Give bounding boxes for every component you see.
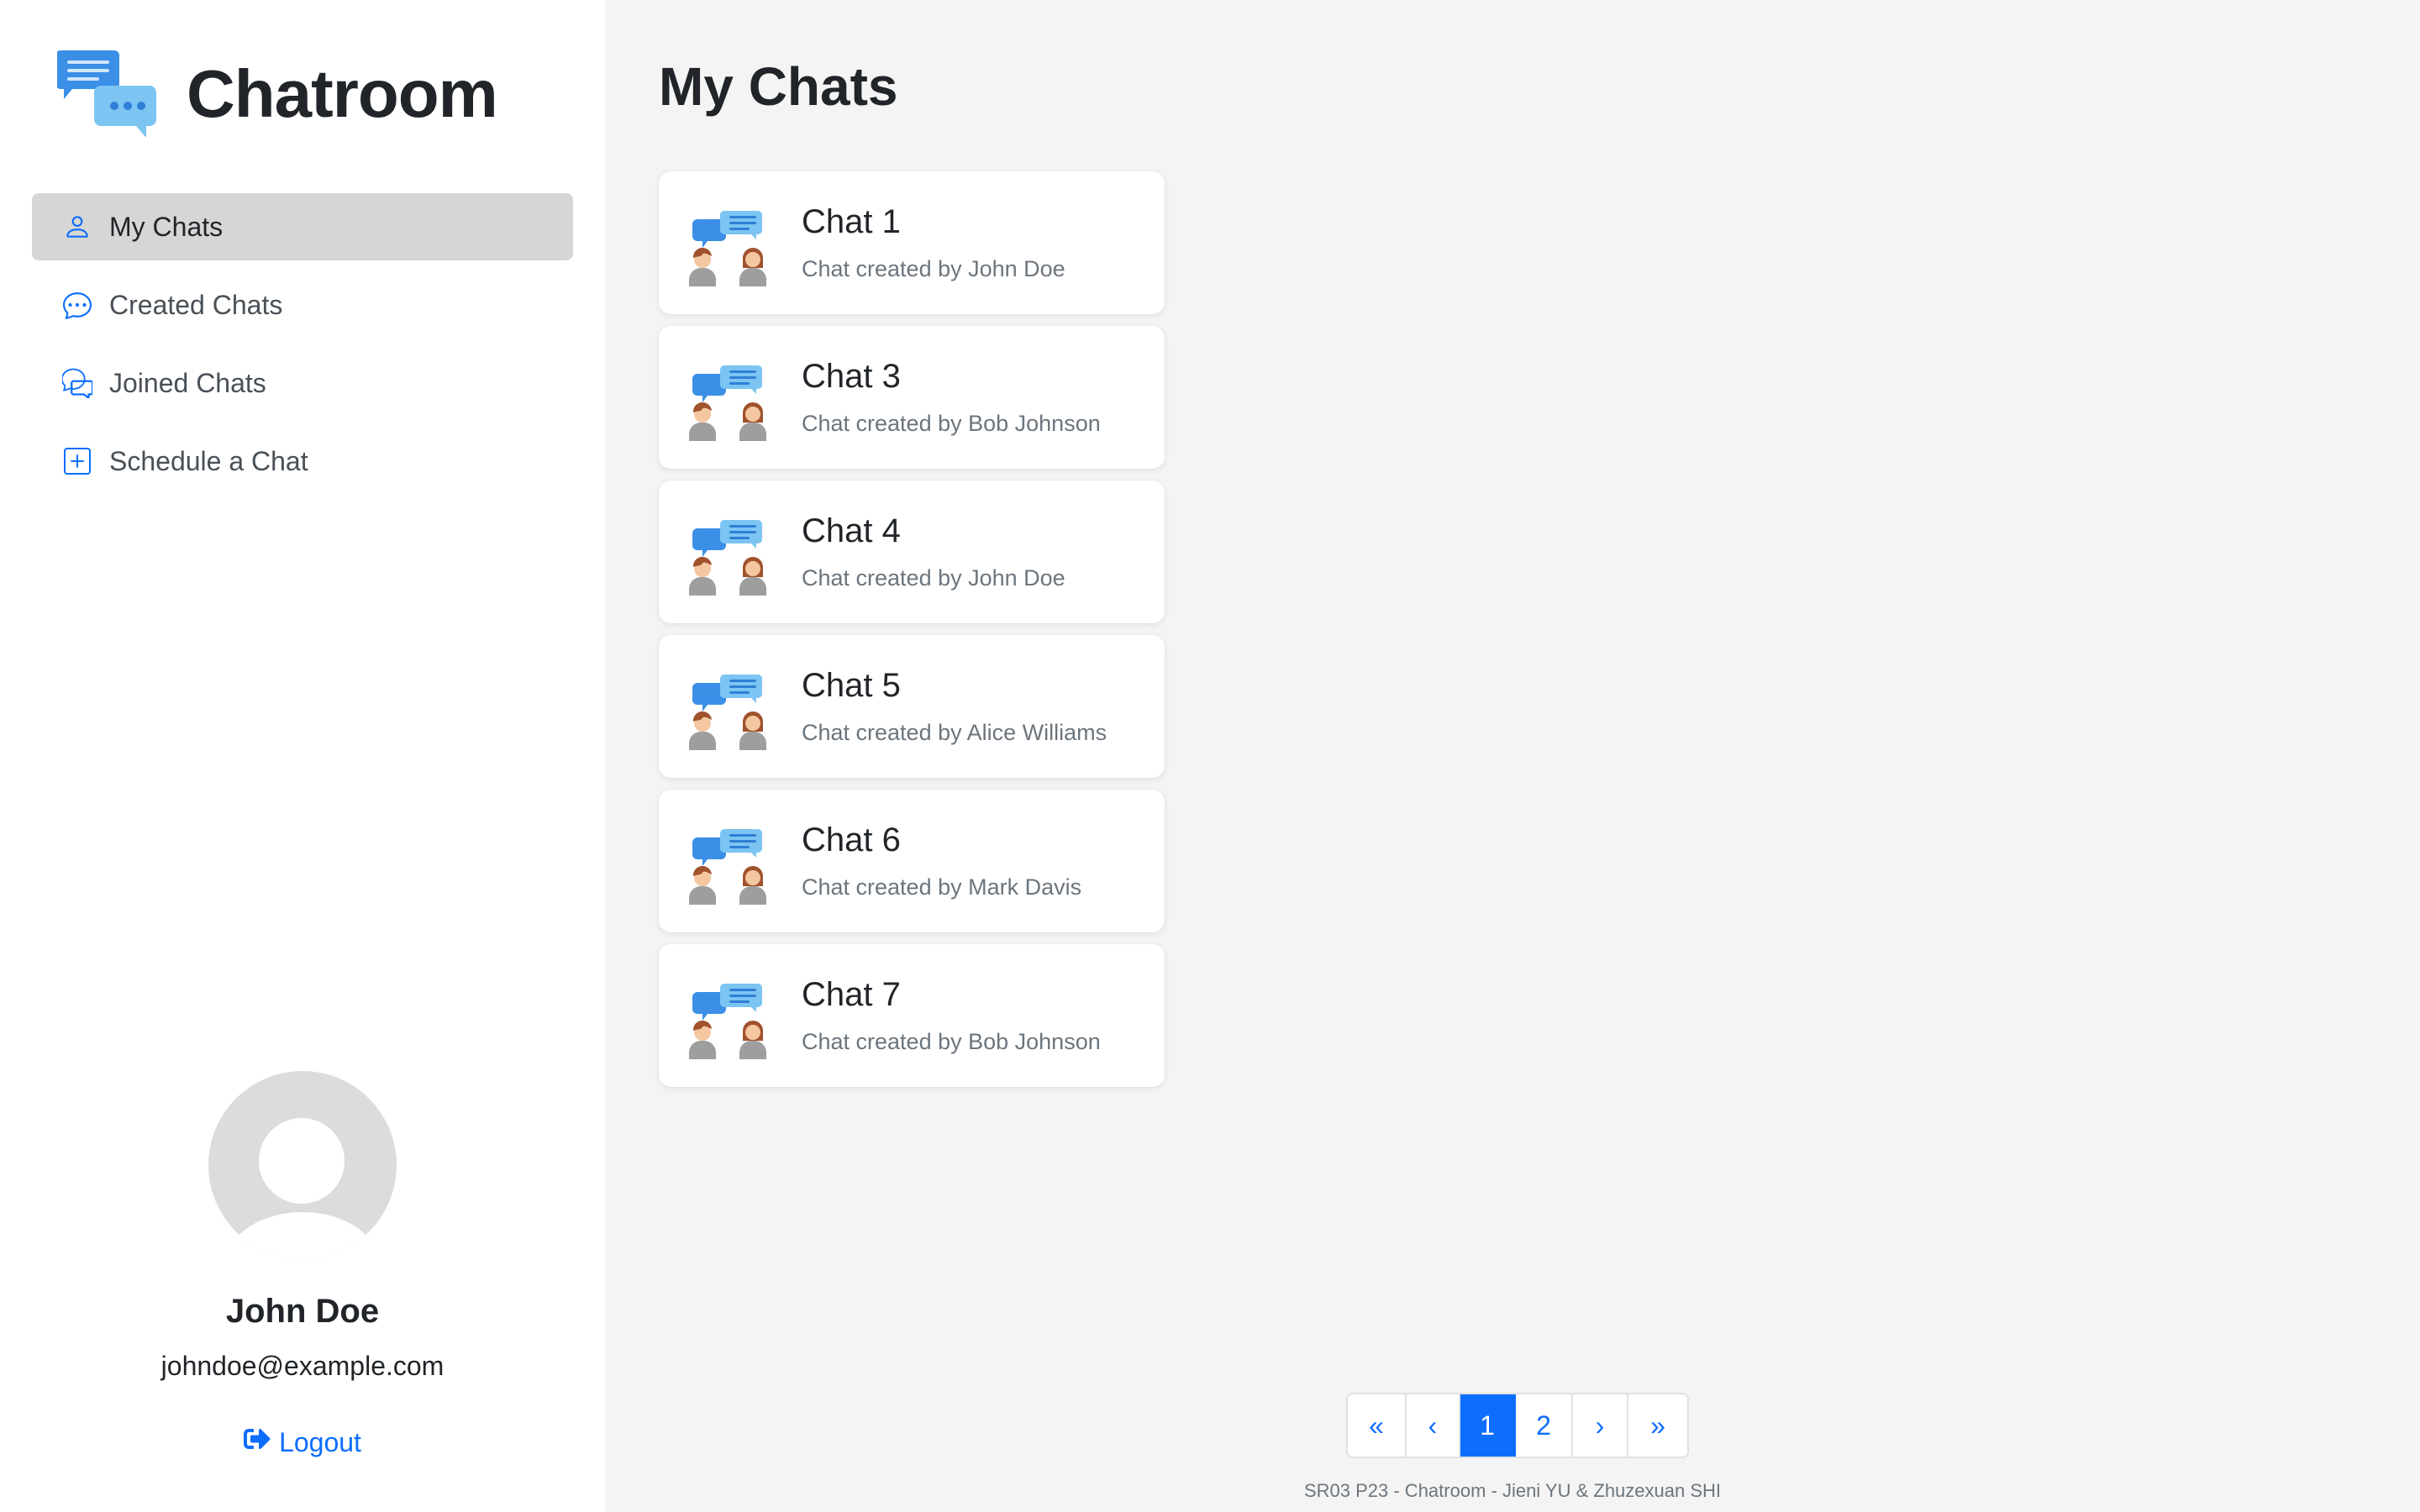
sidebar-item-joined-chats[interactable]: Joined Chats bbox=[32, 349, 573, 417]
chat-subtitle: Chat created by Bob Johnson bbox=[802, 411, 1101, 436]
sidebar-item-label: My Chats bbox=[109, 211, 224, 242]
app-root: Chatroom My Chats Created Chats Joined C… bbox=[0, 0, 2420, 1512]
sidebar-item-my-chats[interactable]: My Chats bbox=[32, 193, 573, 260]
sidebar-nav: My Chats Created Chats Joined Chats Sche… bbox=[32, 193, 573, 506]
chats-icon bbox=[62, 368, 92, 398]
chat-title: Chat 1 bbox=[802, 203, 901, 240]
page-2-button[interactable]: 2 bbox=[1516, 1394, 1573, 1457]
chat-card[interactable]: Chat 5 Chat created by Alice Williams bbox=[659, 635, 1165, 778]
footer: SR03 P23 - Chatroom - Jieni YU & Zhuzexu… bbox=[1303, 1480, 1722, 1501]
chat-card[interactable]: Chat 1 Chat created by John Doe bbox=[659, 171, 1165, 314]
chat-title: Chat 5 bbox=[802, 667, 901, 704]
group-chat-icon bbox=[687, 354, 775, 441]
page-prev-button[interactable]: ‹ bbox=[1407, 1394, 1460, 1457]
chat-bubbles-icon bbox=[55, 47, 158, 141]
chat-subtitle: Chat created by John Doe bbox=[802, 565, 1065, 591]
group-chat-icon bbox=[687, 508, 775, 596]
sidebar-item-label: Schedule a Chat bbox=[109, 445, 308, 476]
profile-name: John Doe bbox=[225, 1293, 380, 1330]
chat-list: Chat 1 Chat created by John Doe Chat 3 C… bbox=[659, 171, 1165, 1099]
sidebar-item-created-chats[interactable]: Created Chats bbox=[32, 271, 573, 339]
sidebar: Chatroom My Chats Created Chats Joined C… bbox=[0, 0, 605, 1512]
page-next-button[interactable]: › bbox=[1573, 1394, 1628, 1457]
group-chat-icon bbox=[687, 817, 775, 905]
pagination: « ‹ 1 2 › » bbox=[1346, 1393, 1689, 1458]
brand-title: Chatroom bbox=[187, 56, 498, 131]
user-profile: John Doe johndoe@example.com Logout bbox=[0, 1071, 605, 1459]
plus-square-icon bbox=[62, 446, 92, 476]
chat-subtitle: Chat created by Mark Davis bbox=[802, 874, 1082, 900]
profile-email: johndoe@example.com bbox=[160, 1351, 445, 1381]
avatar bbox=[208, 1071, 397, 1259]
sidebar-item-label: Created Chats bbox=[109, 289, 283, 320]
brand[interactable]: Chatroom bbox=[55, 47, 498, 141]
chat-subtitle: Chat created by Alice Williams bbox=[802, 720, 1107, 745]
page-title: My Chats bbox=[659, 56, 898, 117]
chat-card[interactable]: Chat 3 Chat created by Bob Johnson bbox=[659, 326, 1165, 469]
chat-subtitle: Chat created by Bob Johnson bbox=[802, 1029, 1101, 1054]
page-1-button[interactable]: 1 bbox=[1460, 1394, 1516, 1457]
person-icon bbox=[62, 212, 92, 242]
chat-card[interactable]: Chat 7 Chat created by Bob Johnson bbox=[659, 944, 1165, 1087]
sidebar-item-label: Joined Chats bbox=[109, 367, 266, 398]
chat-title: Chat 4 bbox=[802, 512, 901, 549]
chat-subtitle: Chat created by John Doe bbox=[802, 256, 1065, 281]
group-chat-icon bbox=[687, 663, 775, 750]
chat-title: Chat 6 bbox=[802, 822, 901, 858]
logout-label: Logout bbox=[279, 1426, 361, 1457]
page-last-button[interactable]: » bbox=[1628, 1394, 1687, 1457]
sidebar-item-schedule-chat[interactable]: Schedule a Chat bbox=[32, 428, 573, 495]
logout-button[interactable]: Logout bbox=[244, 1425, 361, 1459]
chat-dots-icon bbox=[62, 290, 92, 320]
chat-title: Chat 3 bbox=[802, 358, 901, 395]
main-content: My Chats Chat 1 Chat created by John Doe… bbox=[605, 0, 2420, 1512]
chat-card[interactable]: Chat 4 Chat created by John Doe bbox=[659, 480, 1165, 623]
group-chat-icon bbox=[687, 972, 775, 1059]
chat-title: Chat 7 bbox=[802, 976, 901, 1013]
chat-card[interactable]: Chat 6 Chat created by Mark Davis bbox=[659, 790, 1165, 932]
logout-icon bbox=[244, 1425, 271, 1459]
group-chat-icon bbox=[687, 199, 775, 286]
page-first-button[interactable]: « bbox=[1348, 1394, 1407, 1457]
